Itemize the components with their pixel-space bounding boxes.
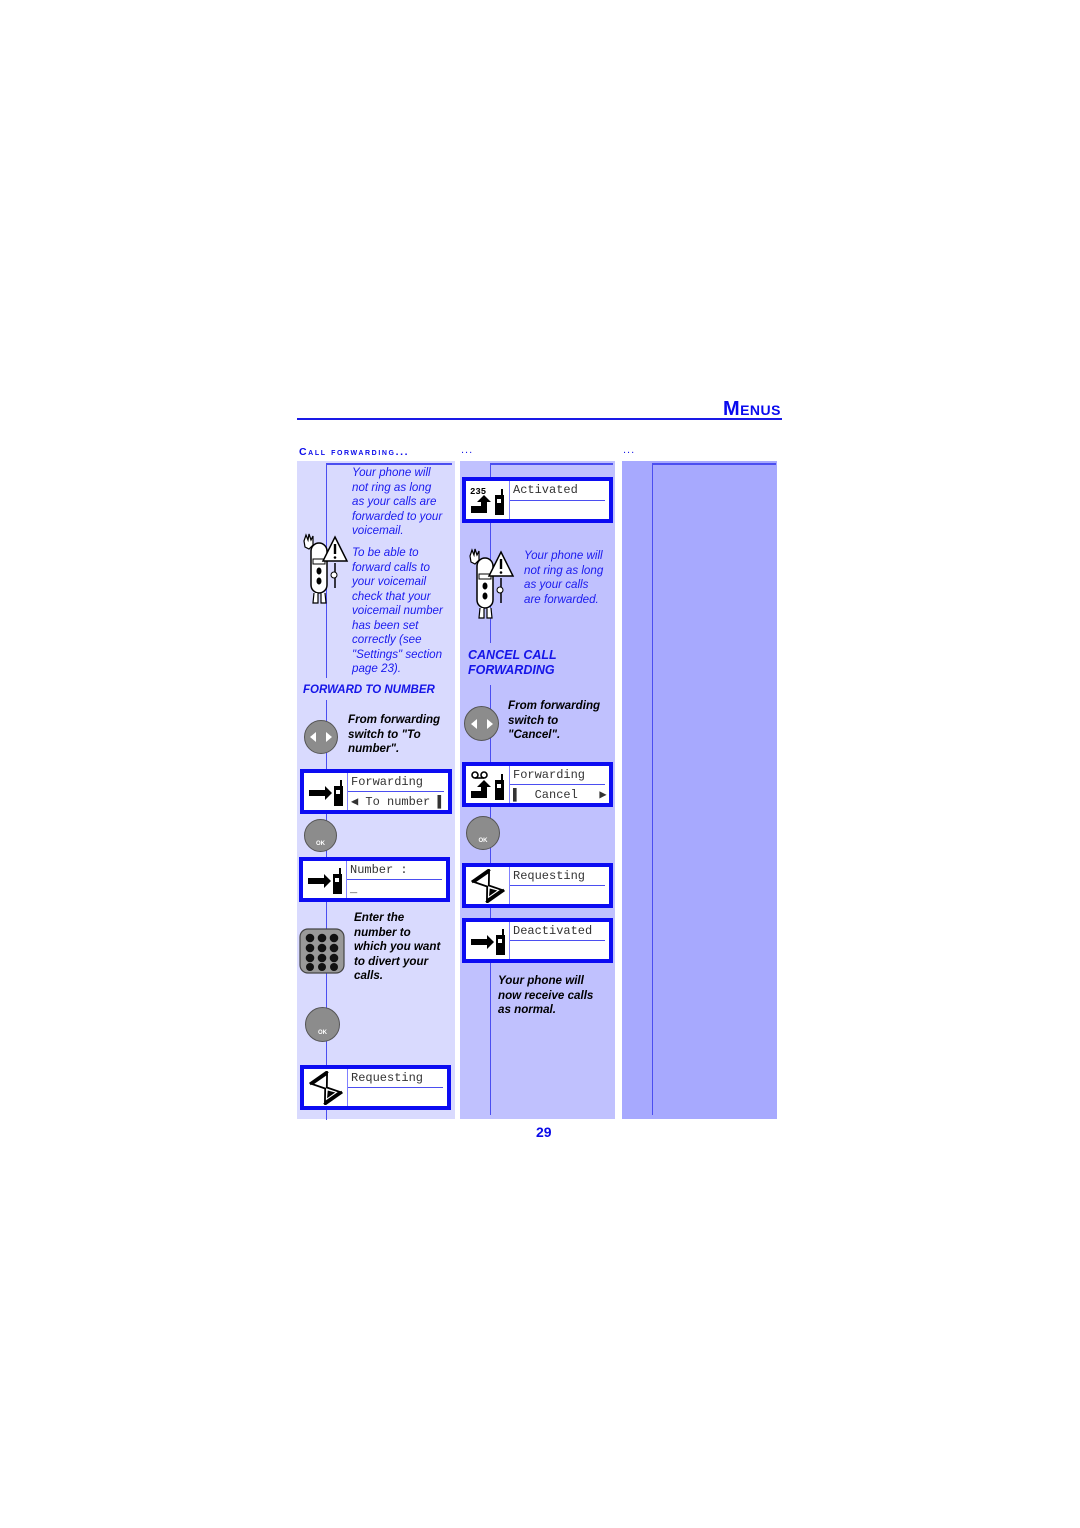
ok-key-label: OK [318, 1029, 327, 1036]
nav-key-icon [464, 706, 499, 741]
warning-mascot-icon [299, 533, 351, 605]
voicemail-note: Your phone will not ring as long as your… [352, 466, 452, 539]
note-line: Your phone will [352, 466, 431, 479]
page-number: 29 [536, 1124, 552, 1140]
keypad-icon [299, 928, 345, 974]
nav-key-icon [304, 720, 338, 754]
note-line: are forwarded. [524, 592, 599, 606]
heading-line: CANCEL CALL [468, 648, 557, 662]
note-line: voicemail number [352, 604, 443, 617]
ok-key-label: OK [316, 840, 325, 847]
note-line: as your calls [524, 578, 589, 591]
header-rule [297, 418, 782, 420]
guide-line [652, 463, 776, 465]
screen-line-1: Requesting [348, 1069, 443, 1088]
note-line: check that your [352, 589, 431, 603]
step-line: "Cancel". [508, 728, 561, 741]
voicemail-setup-note: To be able to forward calls to your voic… [352, 546, 452, 677]
screen-line-1: Requesting [510, 867, 605, 886]
phone-screen-requesting: Requesting [462, 863, 613, 908]
ok-key-icon: OK [304, 819, 337, 852]
note-line: forwarded to your [352, 509, 443, 523]
screen-line-2: _ [350, 882, 358, 896]
screen-line-2 [348, 1088, 447, 1106]
guide-line [652, 463, 653, 1115]
step-enter-number: Enter the number to which you want to di… [354, 911, 454, 984]
step-line: now receive calls [498, 988, 594, 1002]
step-line: From forwarding [348, 713, 441, 726]
guide-line [326, 700, 327, 1120]
screen-line-1: Deactivated [510, 922, 605, 941]
screen-line-2 [510, 941, 609, 959]
cancel-call-forwarding-heading: CANCEL CALL FORWARDING [468, 648, 557, 678]
note-line: as your calls are [352, 495, 437, 508]
call-forwarded-icon: 235 [466, 481, 510, 519]
step-line: as normal. [498, 1003, 556, 1016]
continuation-marker: ... [623, 444, 636, 456]
step-line: switch to [508, 713, 559, 727]
hourglass-icon [304, 1069, 348, 1106]
guide-line [490, 463, 613, 465]
phone-screen-deactivated: Deactivated [462, 918, 613, 963]
hourglass-icon [466, 867, 510, 904]
screen-line-1: Forwarding [348, 773, 444, 792]
step-line: number". [348, 742, 400, 755]
note-line: correctly (see [352, 633, 422, 646]
ok-key-icon: OK [305, 1007, 340, 1042]
ok-key-label: OK [478, 838, 488, 844]
note-line: your voicemail [352, 575, 427, 588]
screen-line-2 [510, 886, 609, 904]
phone-screen-forwarding-to-number: Forwarding ◀ To number ▌ [300, 769, 452, 814]
warning-mascot-icon [465, 548, 517, 620]
forwarded-note: Your phone will not ring as long as your… [524, 549, 614, 607]
note-line: not ring as long [352, 480, 432, 494]
note-line: "Settings" section [352, 647, 443, 661]
step-line: calls. [354, 969, 384, 982]
note-line: forward calls to [352, 560, 430, 574]
step-line: From forwarding [508, 699, 601, 712]
step-line: to divert your [354, 954, 429, 968]
column-3 [622, 461, 777, 1119]
phone-screen-number-entry: Number : _ [299, 857, 450, 902]
screen-line-1: Activated [510, 481, 605, 501]
phone-screen-activated: 235 Activated [462, 477, 613, 523]
step-switch-to-cancel: From forwarding switch to "Cancel". [508, 699, 613, 743]
screen-line-2 [510, 501, 609, 520]
phone-screen-forwarding-cancel: Forwarding ▌ Cancel ▶ [462, 762, 613, 807]
screen-line-1: Number : [347, 861, 442, 880]
step-line: Your phone will [498, 974, 584, 987]
forward-arrow-phone-icon [304, 773, 348, 810]
step-line: number to [354, 925, 411, 939]
note-line: Your phone will [524, 549, 603, 562]
step-switch-to-number: From forwarding switch to "To number". [348, 713, 453, 757]
note-line: has been set [352, 618, 419, 632]
step-line: switch to "To [348, 727, 421, 741]
forward-arrow-phone-icon [466, 922, 510, 959]
ok-key-icon: OK [466, 816, 500, 850]
voicemail-forward-icon [466, 766, 510, 803]
screen-line-2: ◀ To number ▌ [351, 794, 445, 809]
note-line: To be able to [352, 546, 419, 559]
continuation-marker: ... [461, 444, 474, 456]
step-line: which you want [354, 940, 441, 953]
phone-screen-requesting: Requesting [300, 1065, 451, 1110]
screen-line-1: Forwarding [510, 766, 605, 785]
section-title: Call forwarding... [299, 446, 410, 458]
guide-line [326, 463, 452, 465]
note-line: page 23). [352, 662, 401, 675]
result-normal-calls: Your phone will now receive calls as nor… [498, 974, 613, 1018]
forward-arrow-phone-icon [303, 861, 347, 898]
forward-to-number-heading: FORWARD TO NUMBER [303, 684, 435, 696]
note-line: not ring as long [524, 563, 604, 577]
screen-line-2: ▌ Cancel ▶ [513, 787, 607, 802]
step-line: Enter the [354, 911, 405, 924]
heading-line: FORWARDING [468, 663, 555, 677]
note-line: voicemail. [352, 524, 404, 537]
